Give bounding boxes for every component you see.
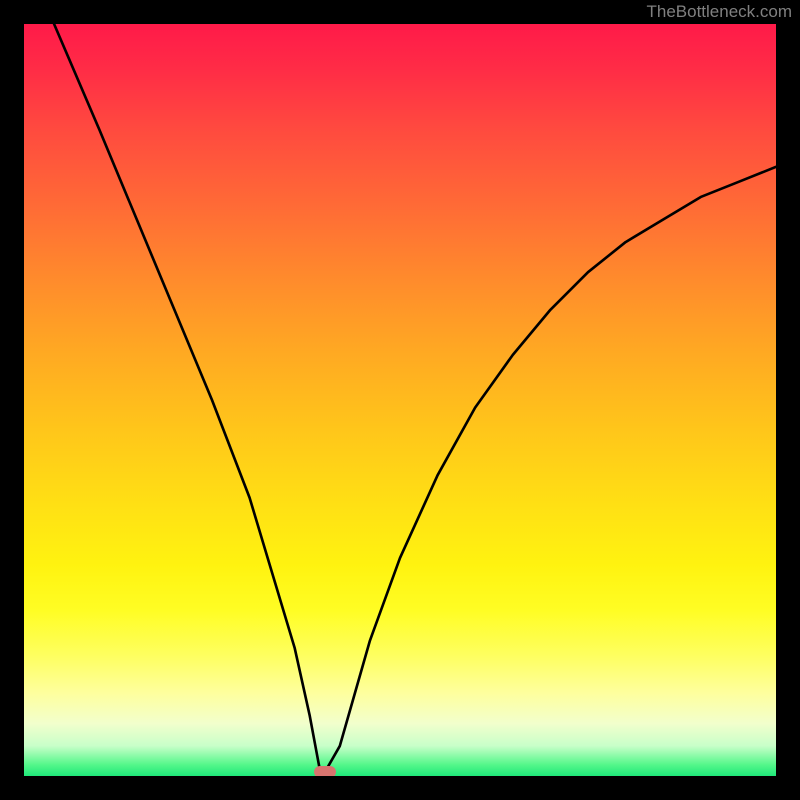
optimal-marker bbox=[314, 766, 336, 776]
curve-svg bbox=[24, 24, 776, 776]
watermark-text: TheBottleneck.com bbox=[646, 0, 792, 24]
bottleneck-curve bbox=[54, 24, 776, 772]
chart-frame: TheBottleneck.com bbox=[0, 0, 800, 800]
plot-area bbox=[24, 24, 776, 776]
